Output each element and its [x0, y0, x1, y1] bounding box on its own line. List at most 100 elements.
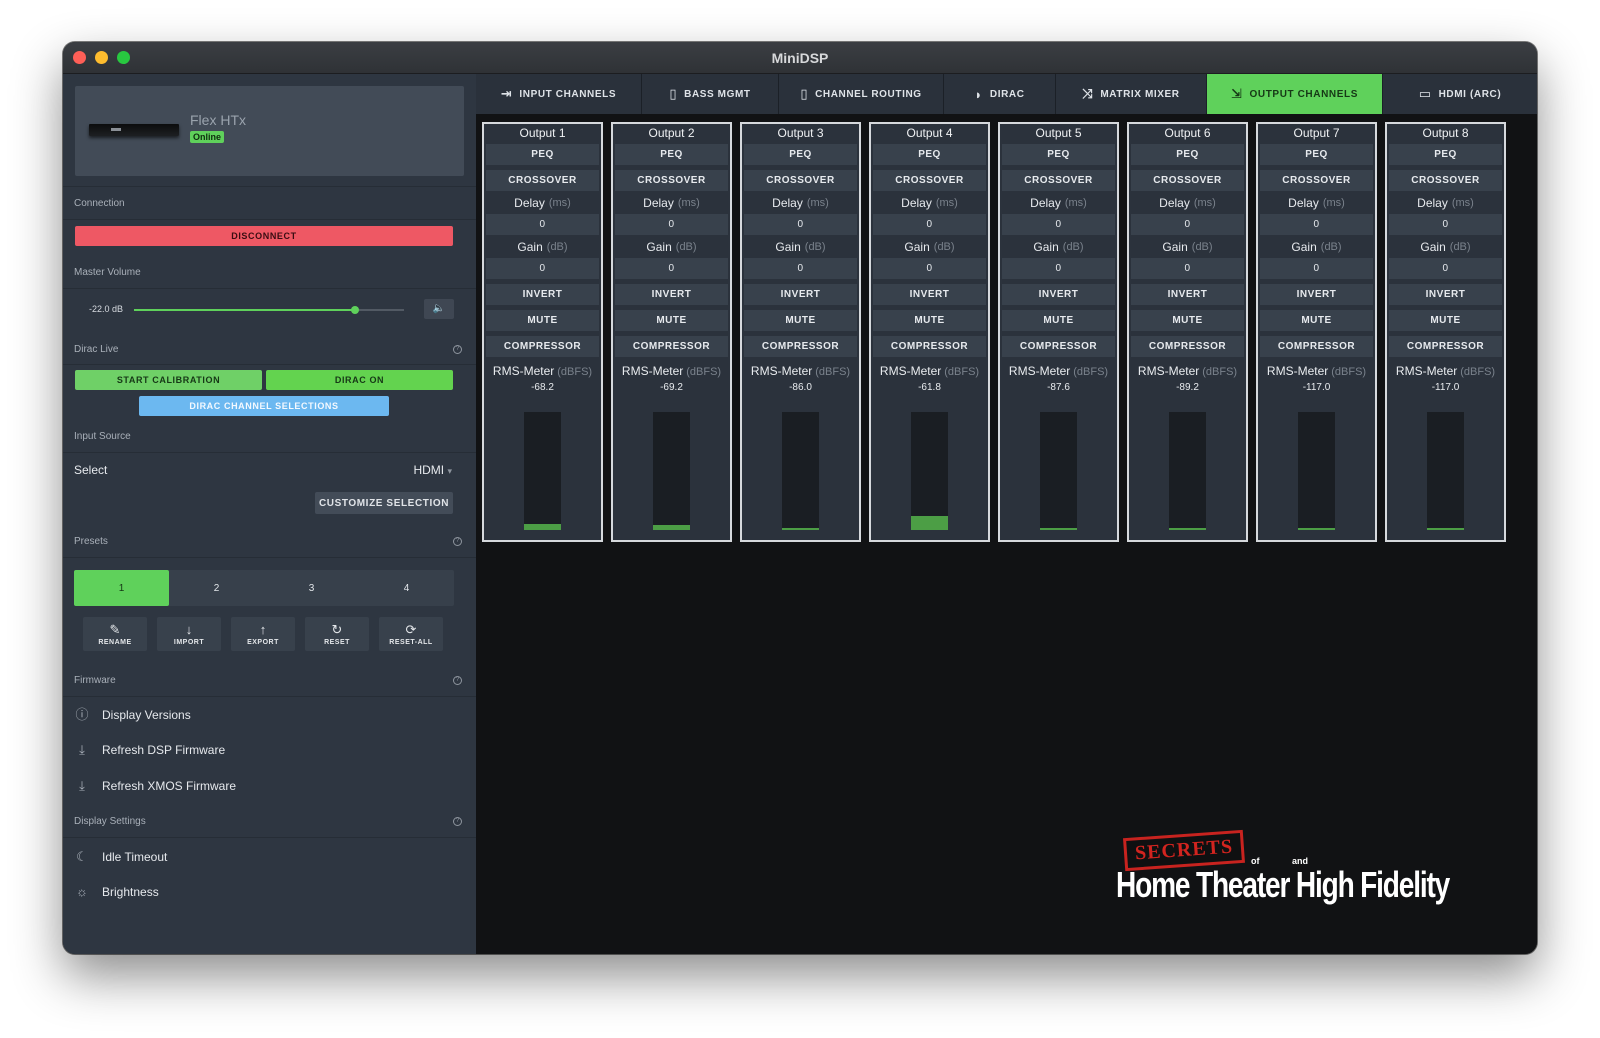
help-icon[interactable]: ? [453, 817, 462, 826]
display-versions-item[interactable]: ⓘ Display Versions [74, 705, 454, 725]
export-preset-button[interactable]: ↑ EXPORT [231, 617, 295, 651]
reset-preset-button[interactable]: ↻ RESET [305, 617, 369, 651]
tab-bass-mgmt[interactable]: ▯ BASS MGMT [642, 74, 779, 114]
start-calibration-button[interactable]: START CALIBRATION [75, 370, 262, 390]
preset-1-button[interactable]: 1 [74, 570, 169, 606]
disconnect-button[interactable]: DISCONNECT [75, 226, 453, 246]
compressor-button[interactable]: COMPRESSOR [1131, 336, 1244, 357]
master-volume-value: -22.0 dB [89, 304, 124, 314]
invert-button[interactable]: INVERT [1131, 284, 1244, 305]
delay-label: Delay (ms) [1002, 192, 1115, 213]
invert-button[interactable]: INVERT [873, 284, 986, 305]
tab-matrix-mixer[interactable]: ⤨ MATRIX MIXER [1056, 74, 1207, 114]
invert-button[interactable]: INVERT [486, 284, 599, 305]
invert-button[interactable]: INVERT [744, 284, 857, 305]
tab-channel-routing[interactable]: ▯ CHANNEL ROUTING [779, 74, 944, 114]
select-label: Select [74, 463, 108, 477]
mute-button[interactable]: MUTE [1131, 310, 1244, 331]
invert-button[interactable]: INVERT [1260, 284, 1373, 305]
mute-button[interactable]: MUTE [1260, 310, 1373, 331]
delay-value-field[interactable]: 0 [486, 214, 599, 235]
delay-label: Delay (ms) [873, 192, 986, 213]
tab-hdmi-arc[interactable]: ▭ HDMI (ARC) [1383, 74, 1537, 114]
gain-value-field[interactable]: 0 [873, 258, 986, 279]
refresh-dsp-firmware-item[interactable]: ⤓ Refresh DSP Firmware [74, 740, 454, 760]
minimize-window-button[interactable] [95, 51, 108, 64]
peq-button[interactable]: PEQ [486, 144, 599, 165]
crossover-button[interactable]: CROSSOVER [1131, 170, 1244, 191]
rms-meter-value: -68.2 [531, 382, 554, 393]
idle-timeout-item[interactable]: ☾ Idle Timeout [74, 847, 454, 867]
tab-dirac[interactable]: ◗ DIRAC [944, 74, 1056, 114]
dirac-on-button[interactable]: DIRAC ON [266, 370, 453, 390]
mute-button[interactable]: MUTE [1002, 310, 1115, 331]
compressor-button[interactable]: COMPRESSOR [615, 336, 728, 357]
invert-button[interactable]: INVERT [615, 284, 728, 305]
mute-button[interactable]: MUTE [744, 310, 857, 331]
peq-button[interactable]: PEQ [615, 144, 728, 165]
input-source-select[interactable]: Select HDMI ▾ [74, 463, 454, 479]
help-icon[interactable]: ? [453, 345, 462, 354]
delay-value-field[interactable]: 0 [873, 214, 986, 235]
delay-value-field[interactable]: 0 [1002, 214, 1115, 235]
brightness-item[interactable]: ☼ Brightness [74, 882, 454, 902]
reset-all-presets-button[interactable]: ⟳ RESET-ALL [379, 617, 443, 651]
peq-button[interactable]: PEQ [1260, 144, 1373, 165]
delay-value-field[interactable]: 0 [615, 214, 728, 235]
gain-value-field[interactable]: 0 [1002, 258, 1115, 279]
help-icon[interactable]: ? [453, 676, 462, 685]
invert-button[interactable]: INVERT [1002, 284, 1115, 305]
gain-value-field[interactable]: 0 [1389, 258, 1502, 279]
customize-selection-button[interactable]: CUSTOMIZE SELECTION [315, 492, 453, 514]
preset-3-button[interactable]: 3 [264, 570, 359, 606]
preset-2-button[interactable]: 2 [169, 570, 264, 606]
mute-button[interactable]: MUTE [486, 310, 599, 331]
rename-preset-button[interactable]: ✎ RENAME [83, 617, 147, 651]
peq-button[interactable]: PEQ [1389, 144, 1502, 165]
peq-button[interactable]: PEQ [1002, 144, 1115, 165]
mute-button[interactable]: MUTE [615, 310, 728, 331]
peq-button[interactable]: PEQ [873, 144, 986, 165]
mute-button[interactable]: MUTE [873, 310, 986, 331]
refresh-xmos-firmware-item[interactable]: ⤓ Refresh XMOS Firmware [74, 776, 454, 796]
dirac-channel-selections-button[interactable]: DIRAC CHANNEL SELECTIONS [139, 396, 389, 416]
invert-button[interactable]: INVERT [1389, 284, 1502, 305]
mute-toggle-button[interactable]: 🔈 [424, 299, 454, 319]
gain-value-field[interactable]: 0 [615, 258, 728, 279]
peq-button[interactable]: PEQ [744, 144, 857, 165]
output-strip-5: Output 5 PEQ CROSSOVER Delay (ms) 0 Gain (dB) 0 I… [998, 122, 1119, 542]
crossover-button[interactable]: CROSSOVER [1002, 170, 1115, 191]
crossover-button[interactable]: CROSSOVER [615, 170, 728, 191]
mute-button[interactable]: MUTE [1389, 310, 1502, 331]
master-volume-slider[interactable] [134, 306, 404, 314]
close-window-button[interactable] [73, 51, 86, 64]
gain-value-field[interactable]: 0 [744, 258, 857, 279]
compressor-button[interactable]: COMPRESSOR [1002, 336, 1115, 357]
delay-value-field[interactable]: 0 [1131, 214, 1244, 235]
compressor-button[interactable]: COMPRESSOR [1389, 336, 1502, 357]
help-icon[interactable]: ? [453, 537, 462, 546]
crossover-button[interactable]: CROSSOVER [744, 170, 857, 191]
compressor-button[interactable]: COMPRESSOR [873, 336, 986, 357]
import-preset-button[interactable]: ↓ IMPORT [157, 617, 221, 651]
gain-value-field[interactable]: 0 [1131, 258, 1244, 279]
delay-value-field[interactable]: 0 [1389, 214, 1502, 235]
zoom-window-button[interactable] [117, 51, 130, 64]
delay-value-field[interactable]: 0 [744, 214, 857, 235]
compressor-button[interactable]: COMPRESSOR [486, 336, 599, 357]
crossover-button[interactable]: CROSSOVER [486, 170, 599, 191]
level-meter-fill [782, 528, 819, 530]
tab-input-channels[interactable]: ⇥ INPUT CHANNELS [476, 74, 642, 114]
gain-value-field[interactable]: 0 [486, 258, 599, 279]
crossover-button[interactable]: CROSSOVER [1389, 170, 1502, 191]
master-volume-handle[interactable] [351, 306, 360, 314]
compressor-button[interactable]: COMPRESSOR [744, 336, 857, 357]
crossover-button[interactable]: CROSSOVER [873, 170, 986, 191]
preset-4-button[interactable]: 4 [359, 570, 454, 606]
crossover-button[interactable]: CROSSOVER [1260, 170, 1373, 191]
compressor-button[interactable]: COMPRESSOR [1260, 336, 1373, 357]
peq-button[interactable]: PEQ [1131, 144, 1244, 165]
tab-output-channels[interactable]: ⇲ OUTPUT CHANNELS [1207, 74, 1383, 114]
gain-value-field[interactable]: 0 [1260, 258, 1373, 279]
delay-value-field[interactable]: 0 [1260, 214, 1373, 235]
